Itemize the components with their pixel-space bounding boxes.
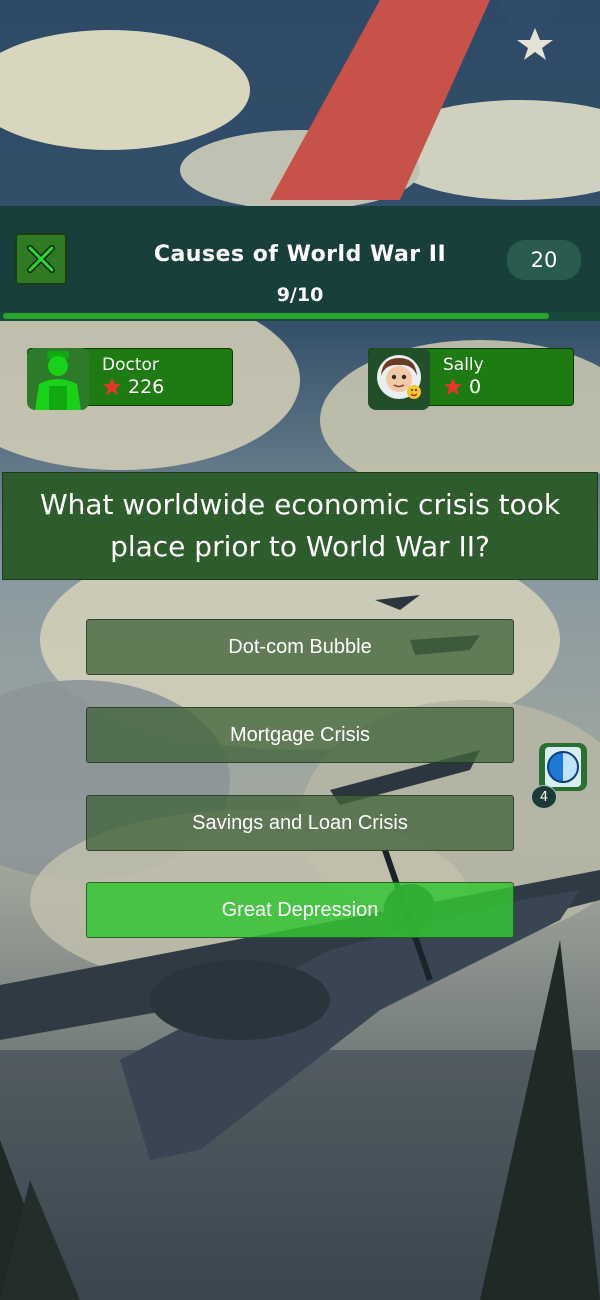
progress-bar-fill — [3, 313, 550, 319]
star-icon — [103, 378, 121, 395]
quiz-title: Causes of World War II — [153, 242, 447, 267]
person-icon — [35, 351, 81, 410]
player-score: 0 — [469, 376, 482, 398]
close-button[interactable] — [15, 233, 67, 285]
player-name: Sally — [443, 355, 484, 375]
player-score: 226 — [128, 376, 165, 398]
answer-option-3[interactable]: Savings and Loan Crisis — [86, 795, 514, 851]
progress-bar — [0, 312, 600, 321]
avatar-face-icon — [377, 355, 421, 399]
powerup-button[interactable] — [539, 743, 587, 791]
timer-badge: 20 — [507, 240, 581, 280]
powerup-count-badge: 4 — [531, 785, 557, 809]
answer-option-1[interactable]: Dot-com Bubble — [86, 619, 514, 675]
answer-option-4[interactable]: Great Depression — [86, 882, 514, 938]
star-icon — [444, 378, 462, 395]
avatar — [27, 348, 89, 410]
globe-icon — [545, 747, 581, 787]
question-progress-text: 9/10 — [276, 284, 324, 306]
question-text: What worldwide economic crisis took plac… — [2, 472, 598, 580]
player-name: Doctor — [102, 355, 159, 375]
avatar — [368, 348, 430, 410]
close-icon — [27, 245, 55, 273]
answer-option-2[interactable]: Mortgage Crisis — [86, 707, 514, 763]
